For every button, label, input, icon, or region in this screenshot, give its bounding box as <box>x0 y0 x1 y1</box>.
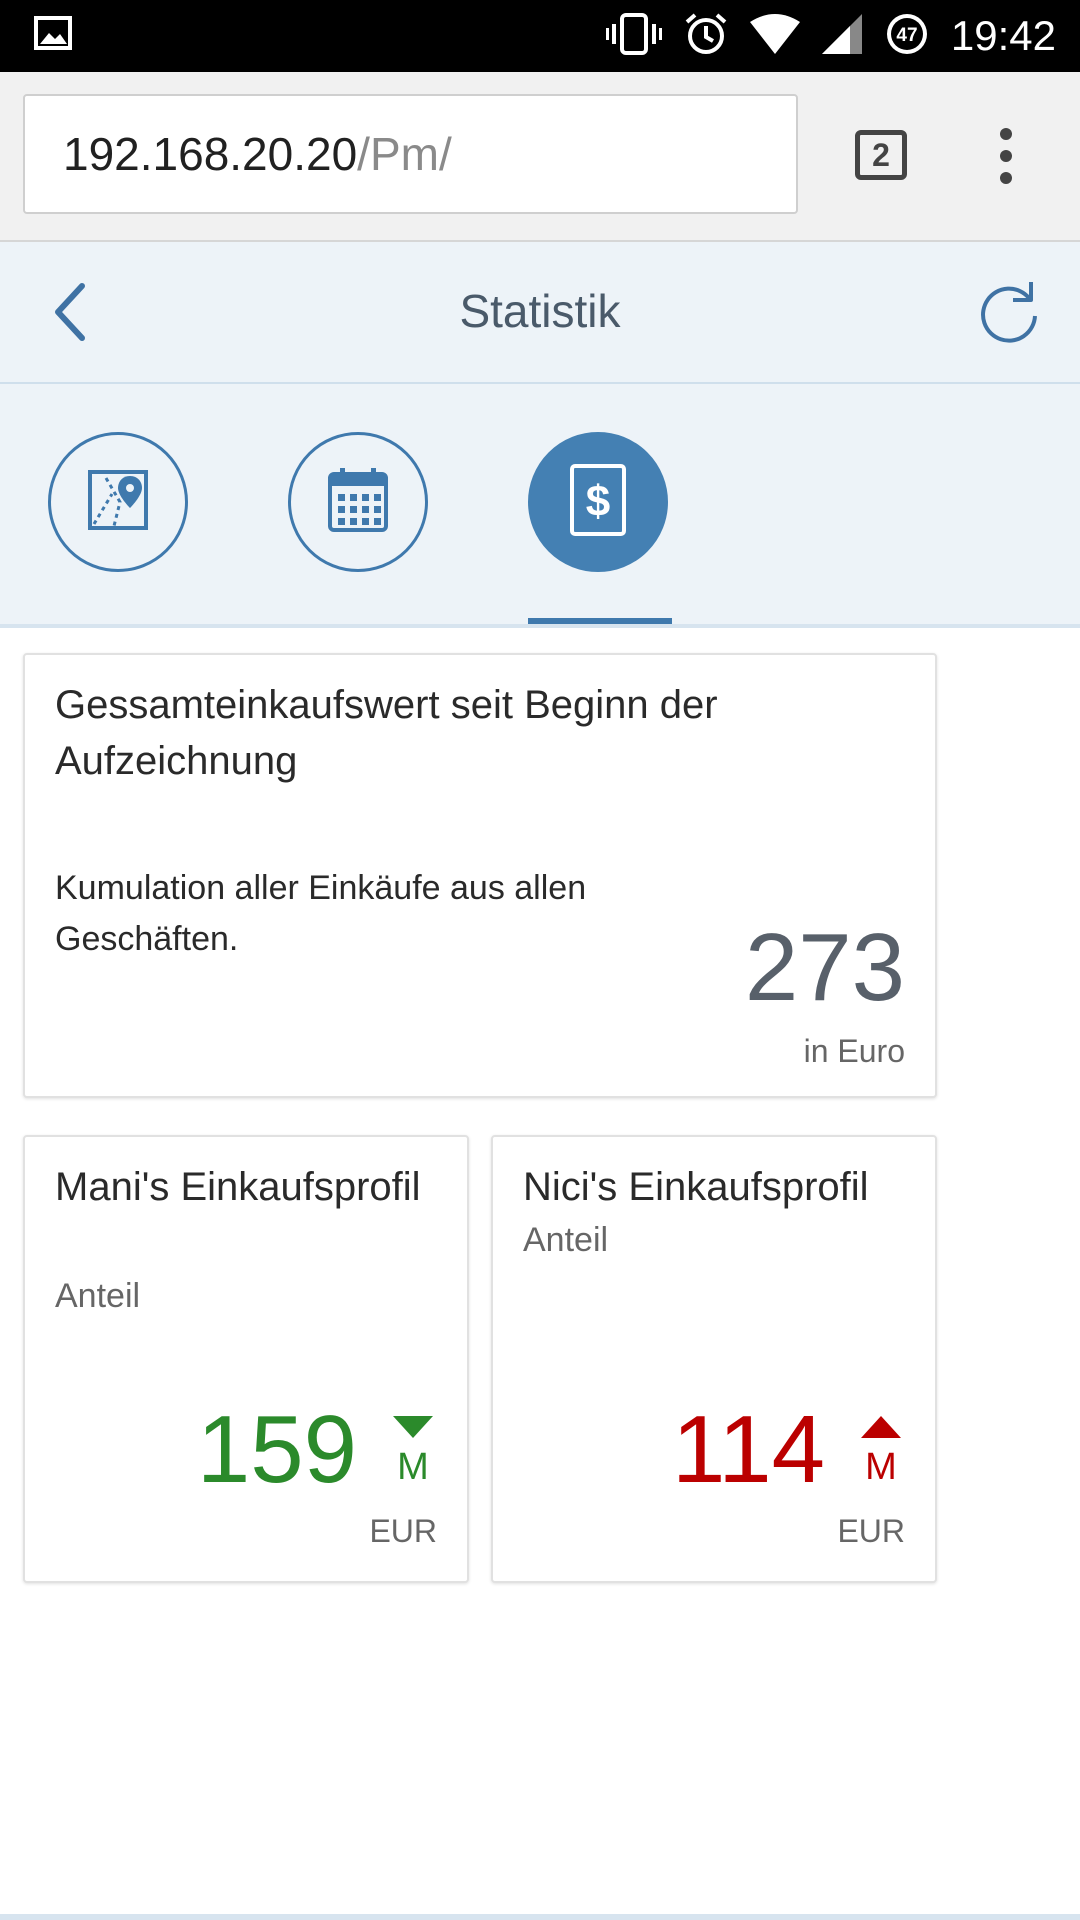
calendar-icon <box>326 466 390 539</box>
signal-icon <box>822 14 862 59</box>
tab-finance[interactable]: $ <box>528 432 668 572</box>
tab-calendar[interactable] <box>288 432 428 572</box>
card-description: Kumulation aller Einkäufe aus allen Gesc… <box>55 863 675 965</box>
battery-icon: 47 <box>884 11 930 62</box>
trend-down-icon <box>391 1414 435 1440</box>
clock: 19:42 <box>951 12 1056 60</box>
scale-label: M <box>859 1446 903 1489</box>
bottom-divider <box>0 1914 1080 1920</box>
wifi-icon <box>750 14 800 59</box>
status-bar: 47 19:42 <box>0 0 1080 72</box>
tab-switcher-button[interactable]: 2 <box>855 130 907 180</box>
scale-label: M <box>391 1446 435 1489</box>
card-title: Nici's Einkaufsprofil <box>523 1159 913 1215</box>
chevron-left-icon[interactable] <box>48 282 108 342</box>
profile-value: 114 <box>672 1395 825 1505</box>
trend-indicator: M <box>391 1414 435 1494</box>
profile-card-nici[interactable]: Nici's Einkaufsprofil Anteil 114 M EUR <box>491 1135 937 1583</box>
url-host: 192.168.20.20 <box>63 128 357 180</box>
profile-value: 159 <box>197 1395 357 1505</box>
active-tab-indicator <box>528 618 672 624</box>
card-title: Mani's Einkaufsprofil <box>55 1159 445 1215</box>
map-pin-icon <box>86 468 150 537</box>
profile-unit: EUR <box>369 1513 437 1550</box>
trend-up-icon <box>859 1414 903 1440</box>
dollar-icon: $ <box>568 462 628 543</box>
trend-indicator: M <box>859 1414 903 1494</box>
url-bar[interactable]: 192.168.20.20/Pm/ <box>23 94 798 214</box>
browser-menu-icon[interactable] <box>1000 128 1014 184</box>
vibrate-icon <box>606 12 662 61</box>
alarm-icon <box>684 12 728 61</box>
browser-toolbar: 192.168.20.20/Pm/ 2 <box>0 72 1080 242</box>
tab-map[interactable] <box>48 432 188 572</box>
profile-unit: EUR <box>837 1513 905 1550</box>
total-purchase-card[interactable]: Gessamteinkaufswert seit Beginn der Aufz… <box>23 653 937 1098</box>
total-value: 273 <box>745 913 905 1023</box>
icon-tab-bar: $ <box>0 384 1080 628</box>
refresh-icon[interactable] <box>975 280 1043 348</box>
profile-card-mani[interactable]: Mani's Einkaufsprofil Anteil 159 M EUR <box>23 1135 469 1583</box>
app-header: Statistik <box>0 242 1080 384</box>
svg-text:47: 47 <box>896 25 917 46</box>
card-subtitle: Anteil <box>523 1221 608 1260</box>
card-title: Gessamteinkaufswert seit Beginn der Aufz… <box>55 677 875 789</box>
image-icon <box>34 16 74 57</box>
page-title: Statistik <box>0 242 1080 380</box>
total-unit: in Euro <box>804 1033 905 1070</box>
svg-text:$: $ <box>586 477 610 526</box>
url-path: /Pm/ <box>357 128 452 180</box>
card-subtitle: Anteil <box>55 1277 140 1316</box>
